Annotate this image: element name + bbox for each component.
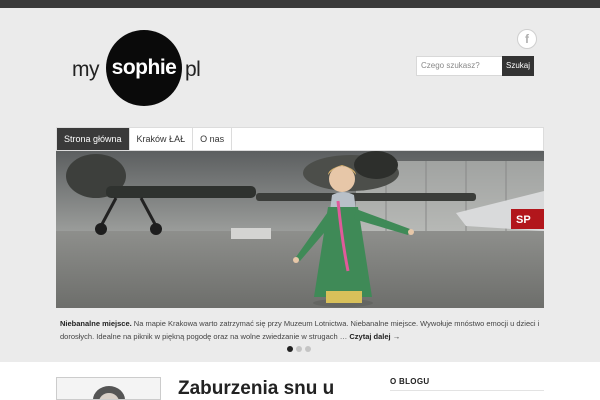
slider-caption: Niebanalne miejsce. Na mapie Krakowa war… [56,308,544,342]
logo-my-text: my [72,58,100,81]
main-navigation: Strona główna Kraków ŁAŁ O nas [56,127,544,151]
sidebar-widget-title: O BLOGU [390,377,430,386]
slider-pagination [287,346,311,352]
top-bar [0,0,600,8]
svg-text:SP: SP [516,214,531,226]
widget-divider [390,390,544,391]
post-thumbnail[interactable] [56,377,161,400]
post-title[interactable]: Zaburzenia snu u [178,378,334,400]
post-thumbnail-image [57,378,160,399]
nav-item-about[interactable]: O nas [193,128,233,150]
slider-dot-1[interactable] [287,346,293,352]
slider-dot-3[interactable] [305,346,311,352]
slider-image[interactable]: SP [56,151,544,308]
hangar-photo: SP [56,151,544,308]
search-input[interactable]: Czego szukasz? [416,56,508,76]
caption-title: Niebanalne miejsce. [60,319,132,328]
slider-dot-2[interactable] [296,346,302,352]
logo-pl-text: pl [185,58,201,81]
facebook-icon[interactable]: f [517,29,537,49]
nav-item-krakow[interactable]: Kraków ŁAŁ [130,128,194,150]
logo-sophie-text: sophie [111,56,177,79]
site-logo[interactable]: my sophie pl [72,30,212,106]
search-button[interactable]: Szukaj [502,56,534,76]
read-more-link[interactable]: Czytaj dalej → [349,332,400,341]
caption-text: Na mapie Krakowa warto zatrzymać się prz… [60,319,540,341]
nav-item-home[interactable]: Strona główna [57,128,130,150]
